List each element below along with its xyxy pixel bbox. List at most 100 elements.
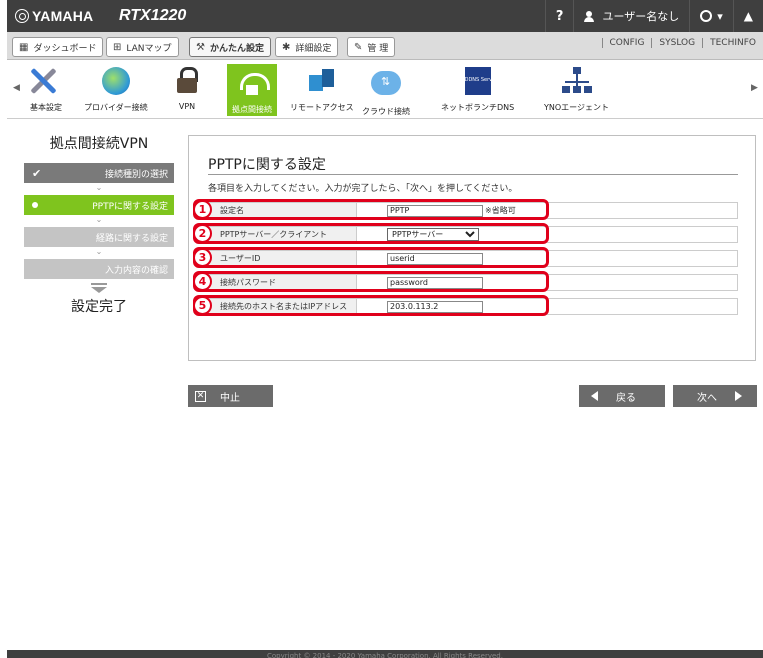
step-label: 入力内容の確認 <box>104 265 168 276</box>
nav-yno-agent[interactable]: YNOエージェント <box>544 67 609 113</box>
wrench-icon <box>29 67 57 95</box>
annotation-highlight <box>193 199 549 220</box>
divider <box>208 174 738 175</box>
chevron-down-icon: ▾ <box>717 9 723 23</box>
top-links: CONFIG SYSLOG TECHINFO <box>601 38 763 48</box>
site-link-icon <box>238 69 270 97</box>
triangle-left-icon <box>591 391 598 401</box>
nav-provider[interactable]: プロバイダー接続 <box>84 67 148 113</box>
user-name: ユーザー名なし <box>602 10 680 23</box>
annotation-highlight <box>193 295 549 316</box>
tab-management[interactable]: ✎ 管 理 <box>347 37 396 57</box>
tab-label: 詳細設定 <box>295 43 332 54</box>
tab-label: 管 理 <box>367 43 389 54</box>
tab-dashboard[interactable]: ▦ ダッシュボード <box>12 37 104 57</box>
nav-label: クラウド接続 <box>362 107 410 116</box>
nav-label: YNOエージェント <box>544 103 610 112</box>
scroll-left-icon[interactable]: ◀ <box>13 83 20 93</box>
annotation-number: 5 <box>193 296 212 315</box>
yamaha-emblem-icon <box>15 9 29 23</box>
check-icon: ✔ <box>32 166 42 180</box>
dashboard-icon: ▦ <box>19 41 29 53</box>
tab-label: ダッシュボード <box>33 43 97 54</box>
tab-easy-setup[interactable]: ⚒ かんたん設定 <box>189 37 271 57</box>
nav-label: ネットボランチDNS <box>441 103 515 112</box>
annotation-number: 2 <box>193 224 212 243</box>
cloud-icon <box>371 71 401 95</box>
annotation-number: 3 <box>193 248 212 267</box>
main-tabs: ▦ ダッシュボード ⊞ LANマップ ⚒ かんたん設定 ✱ 詳細設定 ✎ 管 理… <box>7 32 763 60</box>
lock-icon <box>174 67 200 93</box>
chevron-down-icon: ⌄ <box>95 183 103 192</box>
nav-netvolante-dns[interactable]: DDNS Service ネットボランチDNS <box>441 67 514 113</box>
user-icon <box>584 10 595 22</box>
annotation-highlight <box>193 271 549 292</box>
wizard-title: 拠点間接続VPN <box>49 136 149 152</box>
nav-remote-access[interactable]: リモートアクセス <box>290 67 354 113</box>
status-menu[interactable]: ▾ <box>689 0 733 32</box>
nav-basic-settings[interactable]: 基本設定 <box>29 67 63 113</box>
nav-label: プロバイダー接続 <box>84 103 148 112</box>
current-step-dot-icon <box>32 202 38 208</box>
button-label: 中止 <box>220 392 240 404</box>
tab-label: かんたん設定 <box>209 43 264 54</box>
triangle-right-icon <box>735 391 742 401</box>
feature-icon-bar: ◀ 基本設定 プロバイダー接続 VPN 拠点間接続 リモートアクセス クラウド接… <box>7 61 763 119</box>
annotation-number: 4 <box>193 272 212 291</box>
back-button[interactable]: 戻る <box>579 385 665 407</box>
annotation-highlight <box>193 223 549 244</box>
bell-icon[interactable]: ▲ <box>732 0 763 32</box>
step-confirm: 入力内容の確認 <box>24 259 174 279</box>
app-frame: YAMAHA RTX1220 ? ユーザー名なし ▾ ▲ ▦ ダッシュボード ⊞… <box>7 0 763 658</box>
button-label: 戻る <box>616 392 636 404</box>
panel-title: PPTPに関する設定 <box>208 157 326 173</box>
remote-access-icon <box>307 67 337 95</box>
step-select-type[interactable]: ✔ 接続種別の選択 <box>24 163 174 183</box>
nav-label: 基本設定 <box>30 103 62 112</box>
nav-label: VPN <box>178 102 196 111</box>
close-icon: ✕ <box>195 390 206 402</box>
status-circle-icon <box>700 10 713 22</box>
tab-lan-map[interactable]: ⊞ LANマップ <box>106 37 179 57</box>
wizard-stepper: 拠点間接続VPN ✔ 接続種別の選択 ⌄ PPTPに関する設定 ⌄ 経路に関する… <box>24 133 174 316</box>
chevron-down-icon: ⌄ <box>95 247 103 256</box>
tab-advanced[interactable]: ✱ 詳細設定 <box>275 37 339 57</box>
down-arrow-icon <box>91 283 107 293</box>
brand-name: YAMAHA <box>32 8 94 24</box>
scroll-right-icon[interactable]: ▶ <box>751 83 758 93</box>
config-link[interactable]: CONFIG <box>601 38 652 48</box>
step-label: 接続種別の選択 <box>104 169 168 180</box>
annotation-number: 1 <box>193 200 212 219</box>
network-icon <box>561 67 592 95</box>
globe-icon <box>101 67 130 95</box>
syslog-link[interactable]: SYSLOG <box>651 38 702 48</box>
model-name: RTX1220 <box>119 7 187 24</box>
nav-label: 拠点間接続 <box>232 105 272 114</box>
techinfo-link[interactable]: TECHINFO <box>702 38 763 48</box>
step-label: 経路に関する設定 <box>95 233 168 244</box>
ddns-icon: DDNS Service <box>464 67 499 95</box>
annotation-highlight <box>193 247 549 268</box>
nav-site-to-site[interactable]: 拠点間接続 <box>227 64 277 116</box>
step-finish: 設定完了 <box>71 299 127 315</box>
tab-label: LANマップ <box>126 43 172 54</box>
user-menu[interactable]: ユーザー名なし <box>573 0 689 32</box>
lan-map-icon: ⊞ <box>113 41 122 53</box>
top-header: YAMAHA RTX1220 ? ユーザー名なし ▾ ▲ <box>7 0 763 32</box>
nav-label: リモートアクセス <box>290 103 354 112</box>
gear-icon: ✱ <box>282 41 291 53</box>
wand-icon: ⚒ <box>196 41 205 53</box>
tools-icon: ✎ <box>354 41 363 53</box>
footer-copyright: Copyright © 2014 - 2020 Yamaha Corporati… <box>7 650 763 658</box>
button-label: 次へ <box>697 392 717 404</box>
panel-description: 各項目を入力してください。入力が完了したら、「次へ」を押してください。 <box>208 184 518 194</box>
step-route-settings: 経路に関する設定 <box>24 227 174 247</box>
step-label: PPTPに関する設定 <box>92 201 168 212</box>
nav-vpn[interactable]: VPN <box>170 67 204 111</box>
cancel-button[interactable]: ✕ 中止 <box>188 385 273 407</box>
yamaha-logo: YAMAHA <box>15 8 93 24</box>
next-button[interactable]: 次へ <box>673 385 757 407</box>
chevron-down-icon: ⌄ <box>95 215 103 224</box>
help-button[interactable]: ? <box>544 0 574 32</box>
nav-cloud[interactable]: クラウド接続 <box>362 67 410 117</box>
